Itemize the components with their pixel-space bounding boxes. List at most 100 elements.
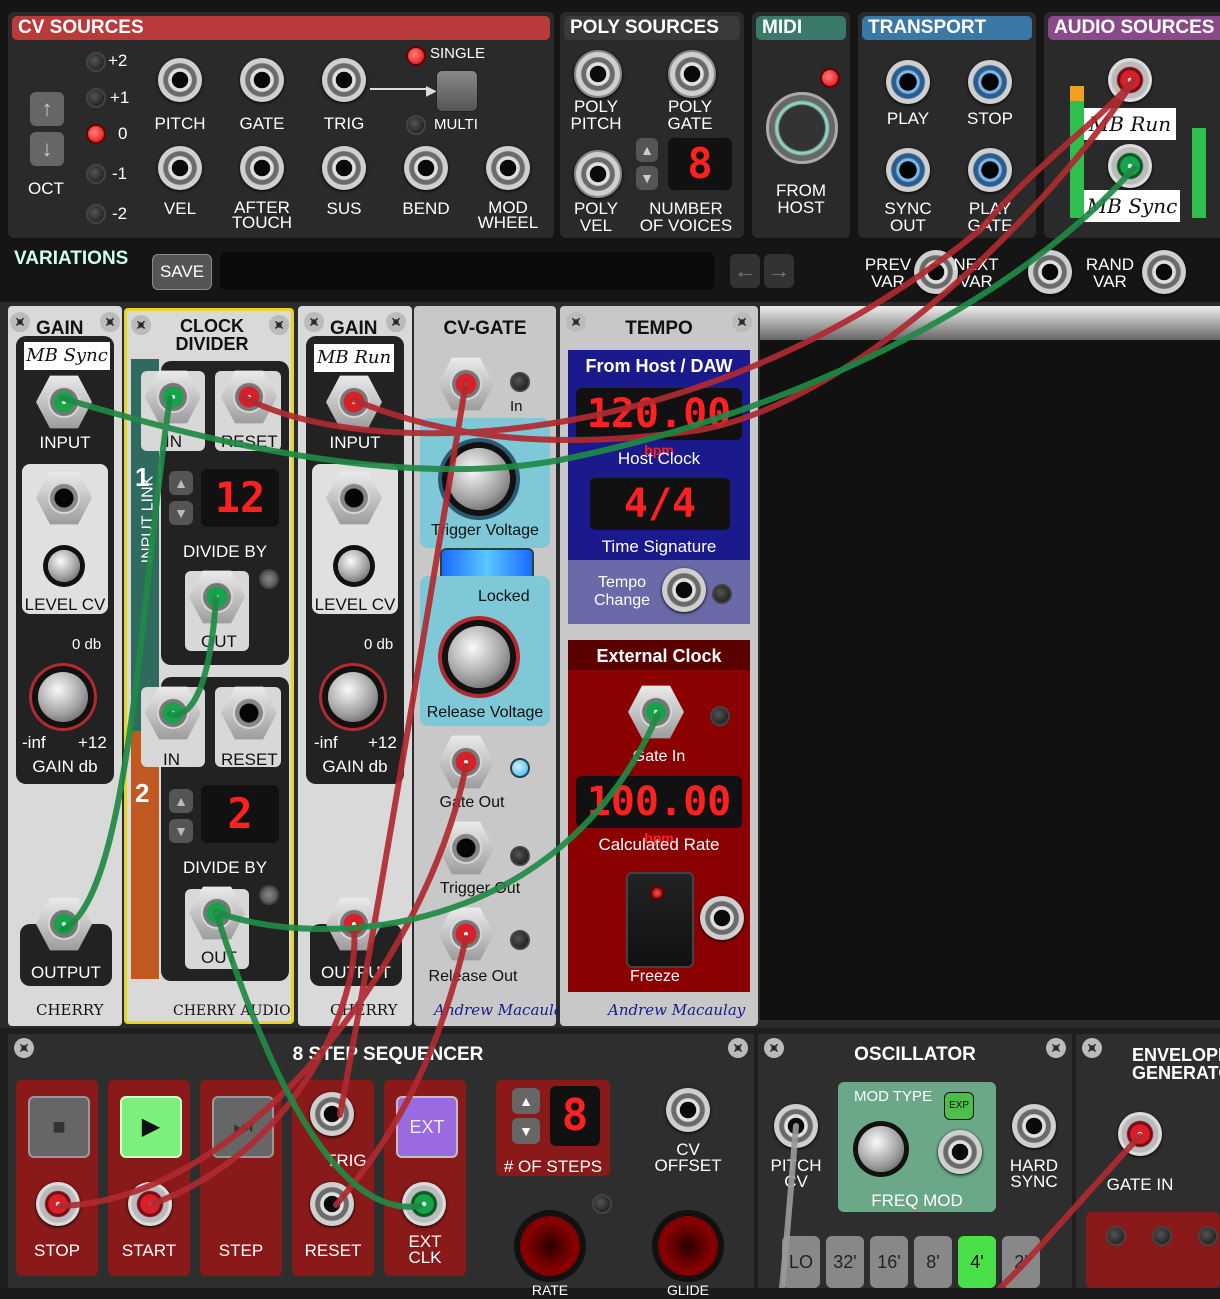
cvgate-trigger-out-jack[interactable] [438, 821, 494, 875]
modwheel-jack[interactable] [486, 146, 530, 190]
clockdiv-sec2-display: 2 [201, 785, 279, 843]
gain1-gain-knob[interactable] [38, 672, 88, 722]
seq-steps-down-button[interactable]: ▼ [512, 1118, 540, 1144]
variation-name-field[interactable] [220, 252, 714, 290]
vel-jack[interactable] [158, 146, 202, 190]
audio-in-2-jack[interactable] [1108, 144, 1152, 188]
tempo-calc-bpm: 100.00 [586, 779, 732, 825]
gate-label: GATE [239, 114, 285, 133]
gain2-gain-knob[interactable] [328, 672, 378, 722]
osc-range-32[interactable]: 32' [826, 1236, 864, 1288]
gate-jack[interactable] [240, 58, 284, 102]
seq-glide-knob[interactable] [658, 1216, 718, 1276]
clockdiv-sec1-led [259, 569, 279, 589]
clockdiv-sec1-down-button[interactable]: ▼ [169, 501, 193, 525]
var-prev-arrow-button[interactable]: ← [730, 254, 760, 288]
poly-pitch-jack[interactable] [574, 50, 622, 98]
seq-trig-jack[interactable] [310, 1092, 354, 1136]
cvgate-release-led [510, 930, 530, 950]
oct-label: OCT [28, 179, 64, 198]
clockdiv-sec1-up-button[interactable]: ▲ [169, 471, 193, 495]
audio-in-1-jack[interactable] [1108, 58, 1152, 102]
gain1-tag: MB Sync [24, 342, 110, 370]
cvgate-in-jack[interactable] [438, 357, 494, 411]
cvgate-release-out-jack[interactable] [438, 907, 494, 961]
trig-jack[interactable] [322, 58, 366, 102]
gain1-level-cv-knob[interactable] [48, 550, 80, 582]
tempo-change-jack[interactable] [662, 568, 706, 612]
sus-label: SUS [326, 199, 362, 218]
var-next-arrow-button[interactable]: → [764, 254, 794, 288]
cvgate-release-knob[interactable] [448, 626, 510, 688]
osc-freq-mod-jack[interactable] [938, 1130, 982, 1174]
gain1-input-label: INPUT [39, 433, 91, 452]
cvgate-trigger-knob[interactable] [448, 448, 510, 510]
osc-exp-button[interactable]: EXP [944, 1092, 974, 1120]
clockdiv-sec1-display: 12 [201, 469, 279, 527]
voices-up-button[interactable]: ▲ [636, 138, 658, 162]
osc-range-2[interactable]: 2' [1002, 1236, 1040, 1288]
stop-jack[interactable] [968, 60, 1012, 104]
poly-vel-jack[interactable] [574, 150, 622, 198]
clockdiv-sec1-num: 1 [135, 462, 150, 492]
voices-down-button[interactable]: ▼ [636, 166, 658, 190]
osc-freq-mod-knob[interactable] [858, 1126, 904, 1172]
sus-jack[interactable] [322, 146, 366, 190]
gain2-title: GAIN [330, 318, 378, 339]
seq-step-button[interactable]: ⏭ [212, 1096, 274, 1158]
env-gate-in-jack[interactable] [1118, 1112, 1162, 1156]
poly-gate-jack[interactable] [668, 50, 716, 98]
save-button[interactable]: SAVE [152, 254, 212, 290]
seq-cv-offset-jack[interactable] [666, 1088, 710, 1132]
oct-down-button[interactable]: ↓ [30, 132, 64, 166]
seq-steps-up-button[interactable]: ▲ [512, 1088, 540, 1114]
empty-rack-area [760, 340, 1220, 1020]
pitch-jack[interactable] [158, 58, 202, 102]
seq-stop-label: STOP [34, 1241, 80, 1260]
next-var-jack[interactable] [1028, 250, 1072, 294]
seq-start-button[interactable]: ▶ [120, 1096, 182, 1158]
gain2-level-cv-label: LEVEL CV [314, 595, 396, 614]
seq-cv-offset-label: CV OFFSET [654, 1140, 722, 1175]
aftertouch-jack[interactable] [240, 146, 284, 190]
stop-label: STOP [967, 109, 1013, 128]
play-jack[interactable] [886, 60, 930, 104]
seq-steps-label: # OF STEPS [503, 1157, 603, 1176]
sync-out-jack[interactable] [886, 148, 930, 192]
tempo-from-host: From Host / DAW [585, 356, 733, 376]
single-multi-button[interactable] [436, 70, 478, 112]
seq-stop-button[interactable]: ■ [28, 1096, 90, 1158]
seq-ext-clk-jack[interactable] [402, 1182, 446, 1226]
clockdiv-sec2-down-button[interactable]: ▼ [169, 819, 193, 843]
seq-rate-knob[interactable] [520, 1216, 580, 1276]
gain2-level-cv-knob[interactable] [338, 550, 370, 582]
gain1-title: GAIN [36, 318, 84, 339]
seq-ext-button[interactable]: EXT [396, 1096, 458, 1158]
osc-range-lo[interactable]: LO [782, 1236, 820, 1288]
cvgate-trigger-out-label: Trigger Out [439, 880, 521, 897]
bend-jack[interactable] [404, 146, 448, 190]
cvgate-gate-out-jack[interactable] [438, 735, 494, 789]
clockdiv-sec2-up-button[interactable]: ▲ [169, 789, 193, 813]
seq-stop-jack[interactable] [36, 1182, 80, 1226]
clockdiv-sec2-num: 2 [135, 778, 150, 808]
seq-reset-jack[interactable] [310, 1182, 354, 1226]
tempo-freeze-jack[interactable] [700, 896, 744, 940]
osc-hard-sync-jack[interactable] [1012, 1104, 1056, 1148]
oct-up-button[interactable]: ↑ [30, 92, 64, 126]
gain2-brand: CHERRY [330, 1001, 398, 1019]
seq-steps-display: 8 [550, 1086, 600, 1146]
rand-var-jack[interactable] [1142, 250, 1186, 294]
clock-divider-module: ✕ ✕ CLOCK DIVIDER INPUT LINK 1 IN RESET … [124, 308, 294, 1024]
gain1-level-cv-label: LEVEL CV [24, 595, 106, 614]
osc-range-16[interactable]: 16' [870, 1236, 908, 1288]
osc-range-8[interactable]: 8' [914, 1236, 952, 1288]
oct-led-plus1 [86, 88, 106, 108]
gain1-screw-tr: ✕ [100, 312, 120, 332]
osc-pitch-cv-jack[interactable] [774, 1104, 818, 1148]
osc-range-4[interactable]: 4' [958, 1236, 996, 1288]
seq-start-jack[interactable] [128, 1182, 172, 1226]
sync-out-label: SYNC OUT [884, 199, 932, 235]
play-gate-jack[interactable] [968, 148, 1012, 192]
osc-mod-type-label: MOD TYPE [854, 1088, 933, 1105]
